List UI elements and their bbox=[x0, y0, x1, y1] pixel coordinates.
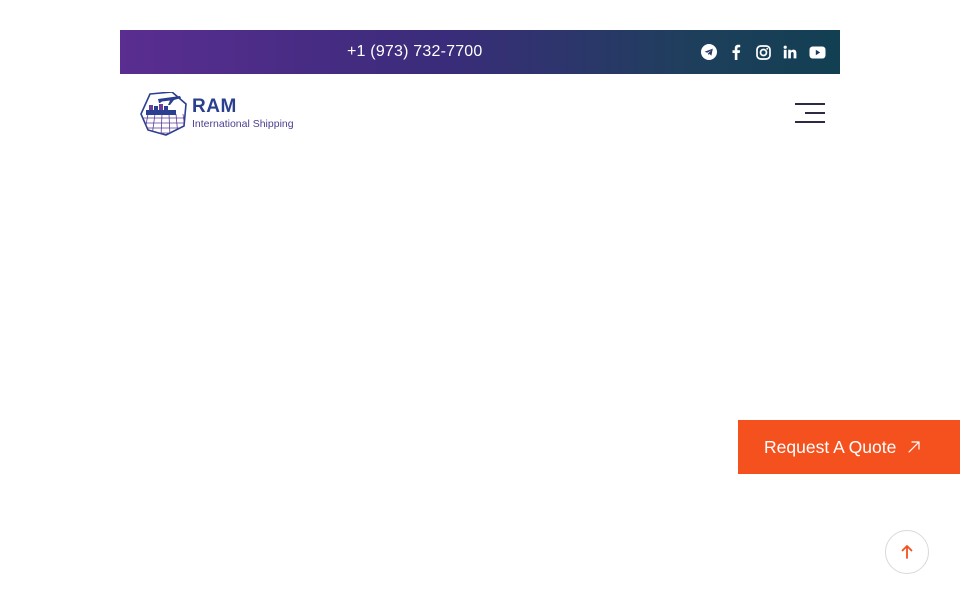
logo-globe-icon bbox=[140, 92, 187, 136]
telegram-icon[interactable] bbox=[700, 43, 718, 61]
menu-line bbox=[795, 121, 825, 123]
site-header: RAM International Shipping bbox=[120, 74, 840, 154]
request-quote-button[interactable]: Request A Quote bbox=[738, 420, 960, 474]
social-links bbox=[700, 30, 826, 74]
facebook-icon[interactable] bbox=[727, 43, 745, 61]
youtube-icon[interactable] bbox=[808, 43, 826, 61]
page: +1 (973) 732-7700 RAM International Ship… bbox=[0, 0, 960, 600]
site-logo[interactable]: RAM International Shipping bbox=[140, 92, 310, 136]
instagram-icon[interactable] bbox=[754, 43, 772, 61]
top-bar: +1 (973) 732-7700 bbox=[120, 30, 840, 74]
menu-line bbox=[795, 103, 825, 105]
logo-tagline: International Shipping bbox=[192, 118, 294, 130]
request-quote-label: Request A Quote bbox=[764, 436, 897, 457]
hamburger-menu-icon[interactable] bbox=[795, 101, 825, 127]
logo-name: RAM bbox=[192, 96, 237, 117]
phone-link[interactable]: +1 (973) 732-7700 bbox=[347, 30, 483, 74]
menu-line bbox=[805, 112, 825, 114]
arrow-up-right-icon bbox=[907, 440, 921, 454]
scroll-to-top-button[interactable] bbox=[885, 530, 929, 574]
arrow-up-icon bbox=[901, 545, 913, 559]
linkedin-icon[interactable] bbox=[781, 43, 799, 61]
